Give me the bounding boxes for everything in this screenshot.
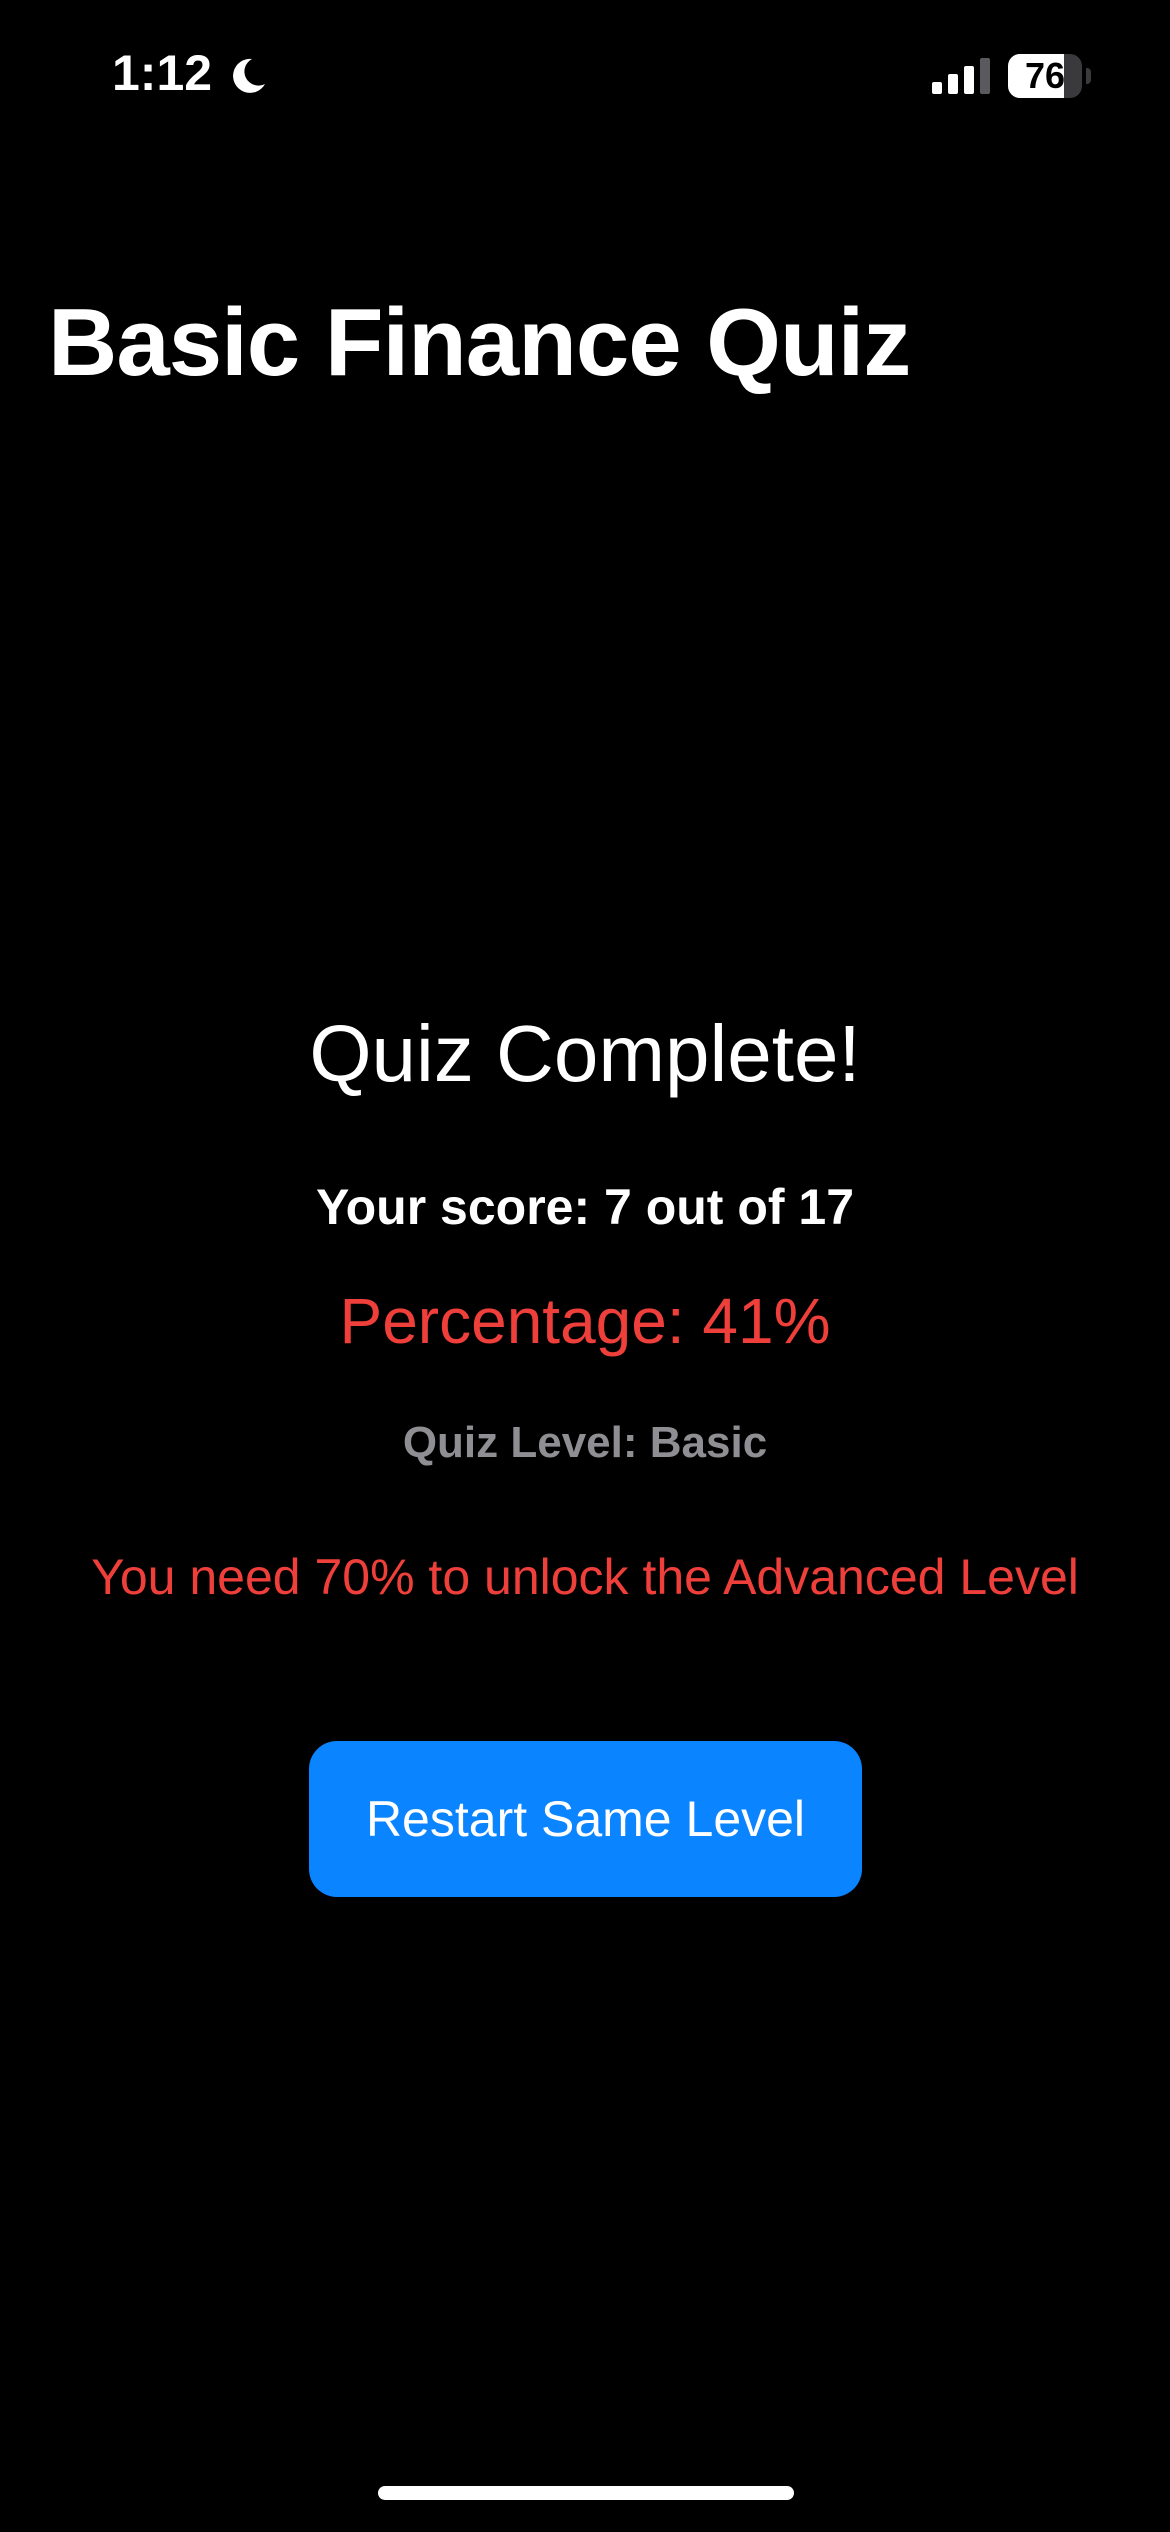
restart-same-level-button[interactable]: Restart Same Level (309, 1741, 862, 1897)
unlock-message: You need 70% to unlock the Advanced Leve… (91, 1549, 1079, 1605)
battery-cap (1086, 68, 1091, 84)
battery-percent: 76 (1024, 55, 1066, 96)
cellular-signal-icon (932, 58, 990, 94)
home-indicator[interactable] (378, 2486, 794, 2500)
quiz-complete-heading: Quiz Complete! (309, 1009, 861, 1098)
status-time: 1:12 (112, 45, 213, 101)
score-text: Your score: 7 out of 17 (315, 1179, 855, 1235)
moon-icon (233, 58, 265, 93)
page-title: Basic Finance Quiz (48, 289, 911, 396)
quiz-level-text: Quiz Level: Basic (402, 1418, 768, 1467)
percentage-text: Percentage: 41% (339, 1285, 831, 1357)
status-bar: 1:12 76 (0, 0, 1170, 150)
battery-body: 76 (1008, 54, 1082, 98)
battery-icon: 76 (1008, 54, 1091, 98)
